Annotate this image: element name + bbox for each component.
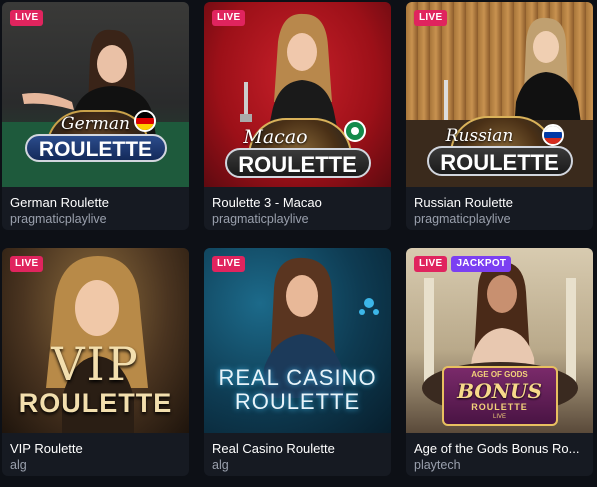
game-provider: alg <box>212 458 229 472</box>
game-logo: REAL CASINO ROULETTE <box>204 366 391 414</box>
logo-main-text: ROULETTE <box>18 388 173 418</box>
game-info: Real Casino Roulette alg <box>204 433 391 476</box>
game-thumbnail[interactable]: LIVE VIP ROULETTE <box>2 248 189 433</box>
game-info: Age of the Gods Bonus Ro... playtech <box>406 433 593 476</box>
game-info: Russian Roulette pragmaticplaylive <box>406 187 593 230</box>
game-thumbnail[interactable]: LIVE Russian ROULETTE <box>406 2 593 187</box>
logo-main-text: ROULETTE <box>426 146 573 176</box>
game-provider: playtech <box>414 458 461 472</box>
logo-main-text: ROULETTE <box>471 402 528 412</box>
game-title[interactable]: Real Casino Roulette <box>212 441 383 456</box>
jackpot-badge: JACKPOT <box>451 256 512 272</box>
badge-group: LIVE <box>414 10 448 26</box>
logo-sub-text: LIVE <box>492 414 506 420</box>
game-thumbnail[interactable]: LIVE REAL CASINO ROULETTE <box>204 248 391 433</box>
game-card-roulette-3-macao[interactable]: LIVE Macao ROULETTE Roulette 3 - Macao p… <box>204 2 391 230</box>
logo-script-text: BONUS <box>457 379 542 403</box>
game-provider: pragmaticplaylive <box>10 212 107 226</box>
game-title[interactable]: German Roulette <box>10 195 181 210</box>
game-logo: AGE OF GODS BONUS ROULETTE LIVE <box>406 366 593 426</box>
logo-main-text: ROULETTE <box>24 134 167 162</box>
game-title[interactable]: VIP Roulette <box>10 441 181 456</box>
logo-main-text: ROULETTE <box>224 148 371 178</box>
logo-script-text: REAL CASINO <box>218 365 377 390</box>
game-info: VIP Roulette alg <box>2 433 189 476</box>
live-badge: LIVE <box>10 10 44 26</box>
badge-group: LIVE <box>212 256 246 272</box>
live-badge: LIVE <box>414 256 448 272</box>
badge-group: LIVE <box>212 10 246 26</box>
macao-flag-icon <box>344 120 366 142</box>
logo-script-text: VIP <box>51 337 140 391</box>
game-grid: LIVE German ROULETTE German Roulette pra… <box>0 0 597 487</box>
germany-flag-icon <box>134 110 156 132</box>
live-badge: LIVE <box>10 256 44 272</box>
game-card-real-casino-roulette[interactable]: LIVE REAL CASINO ROULETTE Real Casino Ro… <box>204 248 391 476</box>
live-badge: LIVE <box>414 10 448 26</box>
game-thumbnail[interactable]: LIVE German ROULETTE <box>2 2 189 187</box>
game-logo: German ROULETTE <box>2 110 189 166</box>
russia-flag-icon <box>542 124 564 146</box>
game-thumbnail[interactable]: LIVE JACKPOT AGE OF GODS BONUS ROULETTE … <box>406 248 593 433</box>
logo-script-text: Macao <box>243 126 308 148</box>
game-thumbnail[interactable]: LIVE Macao ROULETTE <box>204 2 391 187</box>
live-badge: LIVE <box>212 256 246 272</box>
badge-group: LIVE JACKPOT <box>414 256 512 272</box>
game-provider: pragmaticplaylive <box>414 212 511 226</box>
game-info: Roulette 3 - Macao pragmaticplaylive <box>204 187 391 230</box>
logo-main-text: ROULETTE <box>234 389 361 414</box>
game-logo: VIP ROULETTE <box>2 340 189 418</box>
game-card-russian-roulette[interactable]: LIVE Russian ROULETTE Russian Roulette p… <box>406 2 593 230</box>
game-title[interactable]: Age of the Gods Bonus Ro... <box>414 441 585 456</box>
game-logo: Russian ROULETTE <box>406 116 593 176</box>
logo-script-text: Russian <box>445 126 514 146</box>
live-badge: LIVE <box>212 10 246 26</box>
game-card-vip-roulette[interactable]: LIVE VIP ROULETTE VIP Roulette alg <box>2 248 189 476</box>
game-provider: alg <box>10 458 27 472</box>
badge-group: LIVE <box>10 10 44 26</box>
game-provider: pragmaticplaylive <box>212 212 309 226</box>
game-card-age-of-the-gods-bonus-roulette[interactable]: LIVE JACKPOT AGE OF GODS BONUS ROULETTE … <box>406 248 593 476</box>
badge-group: LIVE <box>10 256 44 272</box>
game-info: German Roulette pragmaticplaylive <box>2 187 189 230</box>
game-title[interactable]: Roulette 3 - Macao <box>212 195 383 210</box>
game-title[interactable]: Russian Roulette <box>414 195 585 210</box>
game-card-german-roulette[interactable]: LIVE German ROULETTE German Roulette pra… <box>2 2 189 230</box>
